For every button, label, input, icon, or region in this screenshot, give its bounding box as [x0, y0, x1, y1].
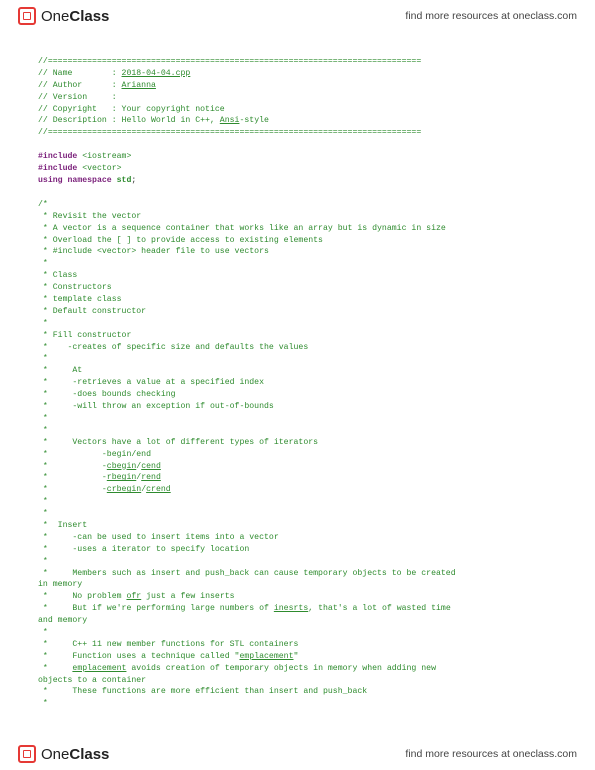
c-noproblem: * No problem ofr just a few inserts	[38, 591, 557, 603]
using-namespace: using namespace std;	[38, 175, 557, 187]
c-blank8: *	[38, 556, 557, 568]
c-at: * At	[38, 365, 557, 377]
c-blank5: *	[38, 425, 557, 437]
c-seqcontainer: * A vector is a sequence container that …	[38, 223, 557, 235]
page-header: OneClass find more resources at oneclass…	[0, 0, 595, 32]
code-document: //======================================…	[0, 32, 595, 720]
c-blank9: *	[38, 627, 557, 639]
resources-link-bottom[interactable]: find more resources at oneclass.com	[405, 748, 577, 760]
c-blank: *	[38, 258, 557, 270]
c-blank10: *	[38, 698, 557, 710]
c-include: * #include <vector> header file to use v…	[38, 246, 557, 258]
sep-top: //======================================…	[38, 57, 421, 66]
c-emplacement1: * Function uses a technique called "empl…	[38, 651, 557, 663]
logo-icon	[18, 7, 36, 25]
c-crbegin-crend: * -crbegin/crend	[38, 484, 557, 496]
c-fill: * Fill constructor	[38, 330, 557, 342]
c-insert-desc1: * -can be used to insert items into a ve…	[38, 532, 557, 544]
c-blank4: *	[38, 413, 557, 425]
c-blank2: *	[38, 318, 557, 330]
desc-style: -style	[239, 116, 268, 125]
c-at-retrieve: * -retrieves a value at a specified inde…	[38, 377, 557, 389]
c-at-bounds: * -does bounds checking	[38, 389, 557, 401]
c-blank6: *	[38, 496, 557, 508]
c-rbegin-rend: * -rbegin/rend	[38, 472, 557, 484]
desc-ansi: Ansi	[220, 116, 240, 125]
include-iostream: #include <iostream>	[38, 151, 557, 163]
logo-icon-footer	[18, 745, 36, 763]
author-value: Arianna	[122, 81, 156, 90]
brand-logo-footer: OneClass	[18, 745, 109, 763]
brand-logo: OneClass	[18, 7, 109, 25]
c-cpp11: * C++ 11 new member functions for STL co…	[38, 639, 557, 651]
c-blank3: *	[38, 353, 557, 365]
c-overload: * Overload the [ ] to provide access to …	[38, 235, 557, 247]
name-label: // Name :	[38, 69, 122, 78]
c-members: * Members such as insert and push_back c…	[38, 568, 557, 580]
desc-label: // Description : Hello World in C++,	[38, 116, 220, 125]
block-open: /*	[38, 199, 557, 211]
author-label: // Author :	[38, 81, 122, 90]
c-class: * Class	[38, 270, 557, 282]
include-vector: #include <vector>	[38, 163, 557, 175]
name-value: 2018-04-04.cpp	[122, 69, 191, 78]
c-constructors: * Constructors	[38, 282, 557, 294]
c-iterators: * Vectors have a lot of different types …	[38, 437, 557, 449]
c-at-throw: * -will throw an exception if out-of-bou…	[38, 401, 557, 413]
c-emplacement2: * emplacement avoids creation of tempora…	[38, 663, 557, 675]
c-emplacement2-cont: objects to a container	[38, 675, 557, 687]
c-fill-desc: * -creates of specific size and defaults…	[38, 342, 557, 354]
brand-text: OneClass	[41, 8, 109, 25]
c-efficient: * These functions are more efficient tha…	[38, 686, 557, 698]
c-butif: * But if we're performing large numbers …	[38, 603, 557, 615]
brand-text-footer: OneClass	[41, 746, 109, 763]
copyright-line: // Copyright : Your copyright notice	[38, 105, 225, 114]
c-template: * template class	[38, 294, 557, 306]
resources-link-top[interactable]: find more resources at oneclass.com	[405, 10, 577, 22]
sep-bottom: //======================================…	[38, 128, 421, 137]
page-footer: OneClass find more resources at oneclass…	[0, 738, 595, 770]
version-line: // Version :	[38, 93, 117, 102]
c-insert: * Insert	[38, 520, 557, 532]
c-insert-desc2: * -uses a iterator to specify location	[38, 544, 557, 556]
c-blank7: *	[38, 508, 557, 520]
c-cbegin-cend: * -cbegin/cend	[38, 461, 557, 473]
c-begin-end: * -begin/end	[38, 449, 557, 461]
c-default: * Default constructor	[38, 306, 557, 318]
c-revisit: * Revisit the vector	[38, 211, 557, 223]
c-butif-cont: and memory	[38, 615, 557, 627]
c-members-cont: in memory	[38, 579, 557, 591]
